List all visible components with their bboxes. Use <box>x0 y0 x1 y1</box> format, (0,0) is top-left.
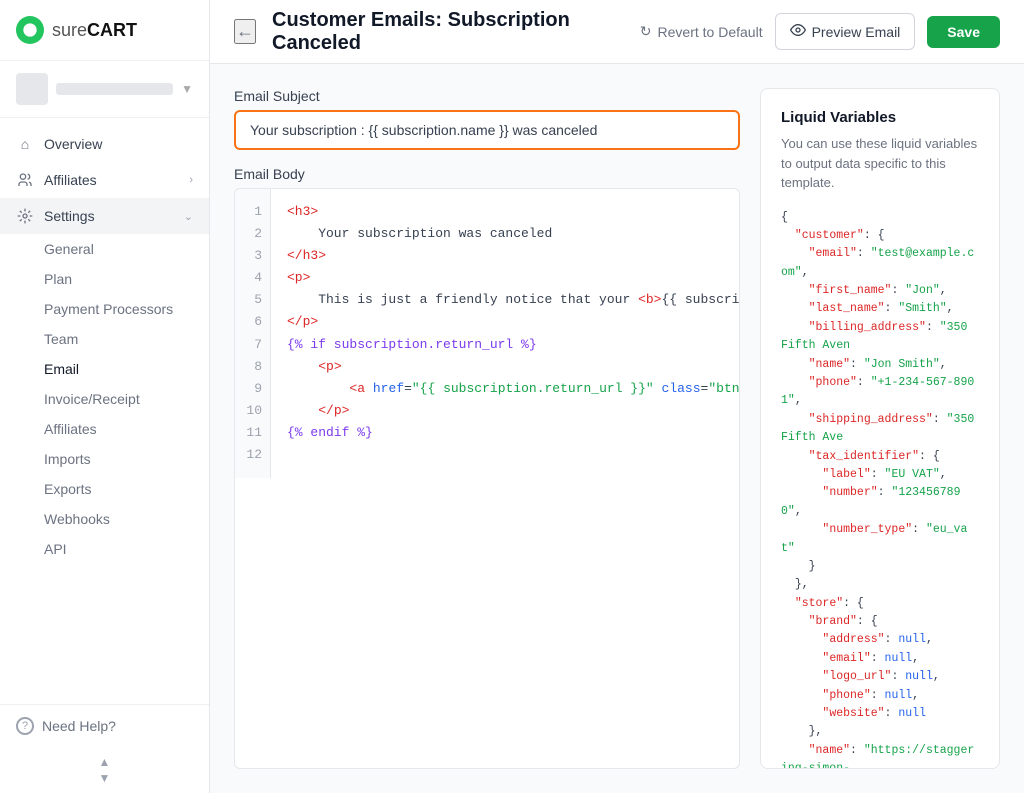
logo-text: sureCART <box>52 20 137 41</box>
settings-subnav: General Plan Payment Processors Team Ema… <box>0 234 209 564</box>
header-actions: ↻ Revert to Default Preview Email Save <box>640 13 1000 50</box>
chevron-down-icon: ⌄ <box>184 210 193 223</box>
subnav-team[interactable]: Team <box>44 324 209 354</box>
body-field: Email Body 123456 789101112 <h3> Your su… <box>234 166 740 769</box>
avatar <box>16 73 48 105</box>
editor-panel: Email Subject Email Body 123456 78910111… <box>234 88 740 769</box>
sidebar-item-label: Overview <box>44 136 193 152</box>
subnav-imports[interactable]: Imports <box>44 444 209 474</box>
line-numbers: 123456 789101112 <box>235 189 271 478</box>
preview-button[interactable]: Preview Email <box>775 13 916 50</box>
logo-area: sureCART <box>0 0 209 61</box>
save-button[interactable]: Save <box>927 16 1000 48</box>
eye-icon <box>790 22 806 41</box>
code-editor-body: 123456 789101112 <h3> Your subscription … <box>235 189 739 478</box>
sidebar-footer: ? Need Help? <box>0 704 209 747</box>
subject-input[interactable] <box>234 110 740 150</box>
subnav-api[interactable]: API <box>44 534 209 564</box>
subnav-payment-processors[interactable]: Payment Processors <box>44 294 209 324</box>
sidebar-nav: ⌂ Overview Affiliates › Settings ⌄ Gener… <box>0 118 209 704</box>
revert-icon: ↻ <box>640 23 652 40</box>
subnav-email[interactable]: Email <box>44 354 209 384</box>
liquid-code: { "customer": { "email": "test@example.c… <box>781 209 979 770</box>
back-button[interactable]: ← <box>234 19 256 44</box>
chevron-right-icon: › <box>189 174 193 186</box>
sidebar-item-overview[interactable]: ⌂ Overview <box>0 126 209 162</box>
sidebar-item-settings[interactable]: Settings ⌄ <box>0 198 209 234</box>
subnav-webhooks[interactable]: Webhooks <box>44 504 209 534</box>
subnav-general[interactable]: General <box>44 234 209 264</box>
sidebar-item-label: Settings <box>44 208 174 224</box>
subnav-invoice-receipt[interactable]: Invoice/Receipt <box>44 384 209 414</box>
main-content: ← Customer Emails: Subscription Canceled… <box>210 0 1024 793</box>
liquid-panel: Liquid Variables You can use these liqui… <box>760 88 1000 769</box>
user-name <box>56 83 173 95</box>
content-area: Email Subject Email Body 123456 78910111… <box>210 64 1024 793</box>
question-icon: ? <box>16 717 34 735</box>
sidebar-item-affiliates[interactable]: Affiliates › <box>0 162 209 198</box>
body-label: Email Body <box>234 166 740 182</box>
page-title: Customer Emails: Subscription Canceled <box>272 9 624 55</box>
subnav-affiliates[interactable]: Affiliates <box>44 414 209 444</box>
sidebar-item-label: Affiliates <box>44 172 179 188</box>
page-header: ← Customer Emails: Subscription Canceled… <box>210 0 1024 64</box>
code-editor[interactable]: 123456 789101112 <h3> Your subscription … <box>234 188 740 769</box>
sidebar: sureCART ▼ ⌂ Overview Affiliates › Setti… <box>0 0 210 793</box>
code-lines[interactable]: <h3> Your subscription was canceled </h3… <box>271 189 739 478</box>
subject-label: Email Subject <box>234 88 740 104</box>
subnav-plan[interactable]: Plan <box>44 264 209 294</box>
home-icon: ⌂ <box>16 135 34 153</box>
user-section[interactable]: ▼ <box>0 61 209 118</box>
scroll-controls: ▲ ▼ <box>0 747 209 793</box>
scroll-down-button[interactable]: ▼ <box>99 771 111 785</box>
liquid-title: Liquid Variables <box>781 109 979 126</box>
gear-icon <box>16 207 34 225</box>
users-icon <box>16 171 34 189</box>
subnav-exports[interactable]: Exports <box>44 474 209 504</box>
logo-icon <box>16 16 44 44</box>
revert-button[interactable]: ↻ Revert to Default <box>640 23 763 40</box>
chevron-down-icon: ▼ <box>181 82 193 96</box>
liquid-description: You can use these liquid variables to ou… <box>781 134 979 193</box>
subject-field: Email Subject <box>234 88 740 150</box>
scroll-up-button[interactable]: ▲ <box>99 755 111 769</box>
need-help-link[interactable]: ? Need Help? <box>16 717 193 735</box>
